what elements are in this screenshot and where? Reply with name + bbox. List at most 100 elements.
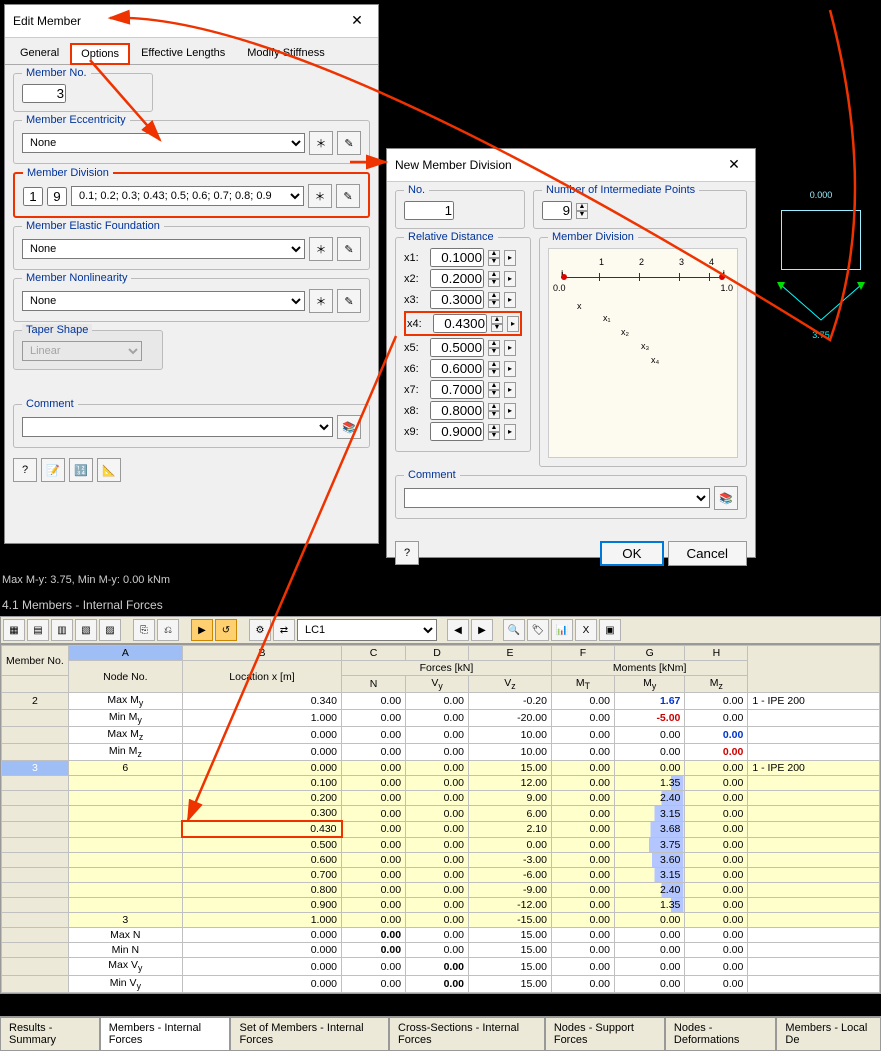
pick-icon[interactable]: ▸	[507, 316, 519, 332]
member-no-input[interactable]	[22, 84, 66, 103]
comment-lib-icon[interactable]: 📚	[714, 486, 738, 510]
btab[interactable]: Members - Local De	[776, 1017, 881, 1051]
x4-input[interactable]	[433, 314, 487, 333]
help-icon[interactable]: ?	[13, 458, 37, 482]
eccentricity-edit-icon[interactable]: ✎	[337, 131, 361, 155]
excel-icon[interactable]: X	[575, 619, 597, 641]
x-spinner[interactable]: ▲▼	[488, 361, 500, 377]
pick-icon[interactable]: ▸	[504, 340, 516, 356]
tb-icon[interactable]: ⎘	[133, 619, 155, 641]
x2-input[interactable]	[430, 269, 484, 288]
pick-icon[interactable]: 📐	[97, 458, 121, 482]
taper-label: Taper Shape	[22, 324, 92, 336]
tab-modify-stiffness[interactable]: Modify Stiffness	[236, 42, 335, 64]
tb-icon[interactable]: 🔍	[503, 619, 525, 641]
nonlinearity-select[interactable]: None	[22, 291, 305, 311]
x1-input[interactable]	[430, 248, 484, 267]
tb-icon[interactable]: ▣	[599, 619, 621, 641]
elastic-select[interactable]: None	[22, 239, 305, 259]
tb-icon[interactable]: ▤	[27, 619, 49, 641]
elastic-edit-icon[interactable]: ✎	[337, 237, 361, 261]
cancel-button[interactable]: Cancel	[668, 541, 748, 566]
btab[interactable]: Results - Summary	[0, 1017, 100, 1051]
tb-icon[interactable]: 📊	[551, 619, 573, 641]
x8-input[interactable]	[430, 401, 484, 420]
x-spinner[interactable]: ▲▼	[488, 250, 500, 266]
tb-icon[interactable]: ▨	[99, 619, 121, 641]
num-pts-spinner[interactable]: ▲▼	[576, 203, 588, 219]
x-spinner[interactable]: ▲▼	[491, 316, 503, 332]
tab-options[interactable]: Options	[70, 43, 130, 65]
help-icon[interactable]: ?	[395, 541, 419, 565]
tb-icon[interactable]: ↺	[215, 619, 237, 641]
btab[interactable]: Nodes - Support Forces	[545, 1017, 665, 1051]
x7-input[interactable]	[430, 380, 484, 399]
eccentricity-label: Member Eccentricity	[22, 114, 130, 126]
eccentricity-select[interactable]: None	[22, 133, 305, 153]
ok-button[interactable]: OK	[600, 541, 663, 566]
btab[interactable]: Nodes - Deformations	[665, 1017, 777, 1051]
tb-icon[interactable]: ▥	[51, 619, 73, 641]
division-edit-icon[interactable]: ✎	[336, 184, 360, 208]
close-button[interactable]: ✕	[344, 11, 370, 31]
comment-select[interactable]	[22, 417, 333, 437]
tb-icon[interactable]: 🏷	[527, 619, 549, 641]
x9-input[interactable]	[430, 422, 484, 441]
status-bar: Max M-y: 3.75, Min M-y: 0.00 kNm	[2, 574, 170, 586]
pick-icon[interactable]: ▸	[504, 271, 516, 287]
edit-member-dialog: Edit Member ✕ GeneralOptionsEffective Le…	[4, 4, 379, 544]
x3-input[interactable]	[430, 290, 484, 309]
nav-next-icon[interactable]: ▶	[471, 619, 493, 641]
tb-icon[interactable]: ⚙	[249, 619, 271, 641]
comment-lib-icon[interactable]: 📚	[337, 415, 361, 439]
eccentricity-new-icon[interactable]: ＊	[309, 131, 333, 155]
tb-icon[interactable]: ▧	[75, 619, 97, 641]
pick-icon[interactable]: ▸	[504, 361, 516, 377]
pick-icon[interactable]: ▸	[504, 292, 516, 308]
nav-first-icon[interactable]: ◀	[447, 619, 469, 641]
taper-select: Linear	[22, 341, 142, 361]
nonlinearity-edit-icon[interactable]: ✎	[337, 289, 361, 313]
new-icon[interactable]: 📝	[41, 458, 65, 482]
tab-effective-lengths[interactable]: Effective Lengths	[130, 42, 236, 64]
x-spinner[interactable]: ▲▼	[488, 340, 500, 356]
x6-input[interactable]	[430, 359, 484, 378]
close-button[interactable]: ✕	[721, 155, 747, 175]
tb-icon[interactable]: ▶	[191, 619, 213, 641]
x-spinner[interactable]: ▲▼	[488, 382, 500, 398]
no-input[interactable]	[404, 201, 454, 220]
tb-icon[interactable]: ▦	[3, 619, 25, 641]
x-label: x5:	[404, 342, 426, 354]
btab[interactable]: Set of Members - Internal Forces	[230, 1017, 389, 1051]
x-spinner[interactable]: ▲▼	[488, 424, 500, 440]
pick-icon[interactable]: ▸	[504, 250, 516, 266]
num-pts-input[interactable]	[542, 201, 572, 220]
bottom-tabs: Results - SummaryMembers - Internal Forc…	[0, 1016, 881, 1051]
model-preview: 0.000 3.75	[761, 190, 881, 390]
pick-icon[interactable]: ▸	[504, 382, 516, 398]
comment-select[interactable]	[404, 488, 710, 508]
x-spinner[interactable]: ▲▼	[488, 403, 500, 419]
lc-select[interactable]: LC1	[297, 619, 437, 641]
division-list-select[interactable]: 0.1; 0.2; 0.3; 0.43; 0.5; 0.6; 0.7; 0.8;…	[71, 186, 304, 206]
division-new-icon[interactable]: ＊	[308, 184, 332, 208]
tb-icon[interactable]: ⎌	[157, 619, 179, 641]
results-table[interactable]: Member No.ABCDEFGHNode No.Location x [m]…	[0, 644, 881, 994]
division-no-input[interactable]	[23, 187, 43, 206]
num-pts-label: Number of Intermediate Points	[542, 184, 699, 196]
x5-input[interactable]	[430, 338, 484, 357]
elastic-new-icon[interactable]: ＊	[309, 237, 333, 261]
x-spinner[interactable]: ▲▼	[488, 292, 500, 308]
calc-icon[interactable]: 🔢	[69, 458, 93, 482]
btab[interactable]: Members - Internal Forces	[100, 1017, 231, 1051]
division-count-input[interactable]	[47, 187, 67, 206]
pick-icon[interactable]: ▸	[504, 424, 516, 440]
tb-icon[interactable]: ⇄	[273, 619, 295, 641]
x-label: x4:	[407, 318, 429, 330]
nonlinearity-new-icon[interactable]: ＊	[309, 289, 333, 313]
x-spinner[interactable]: ▲▼	[488, 271, 500, 287]
btab[interactable]: Cross-Sections - Internal Forces	[389, 1017, 545, 1051]
pick-icon[interactable]: ▸	[504, 403, 516, 419]
elastic-label: Member Elastic Foundation	[22, 220, 164, 232]
tab-general[interactable]: General	[9, 42, 70, 64]
